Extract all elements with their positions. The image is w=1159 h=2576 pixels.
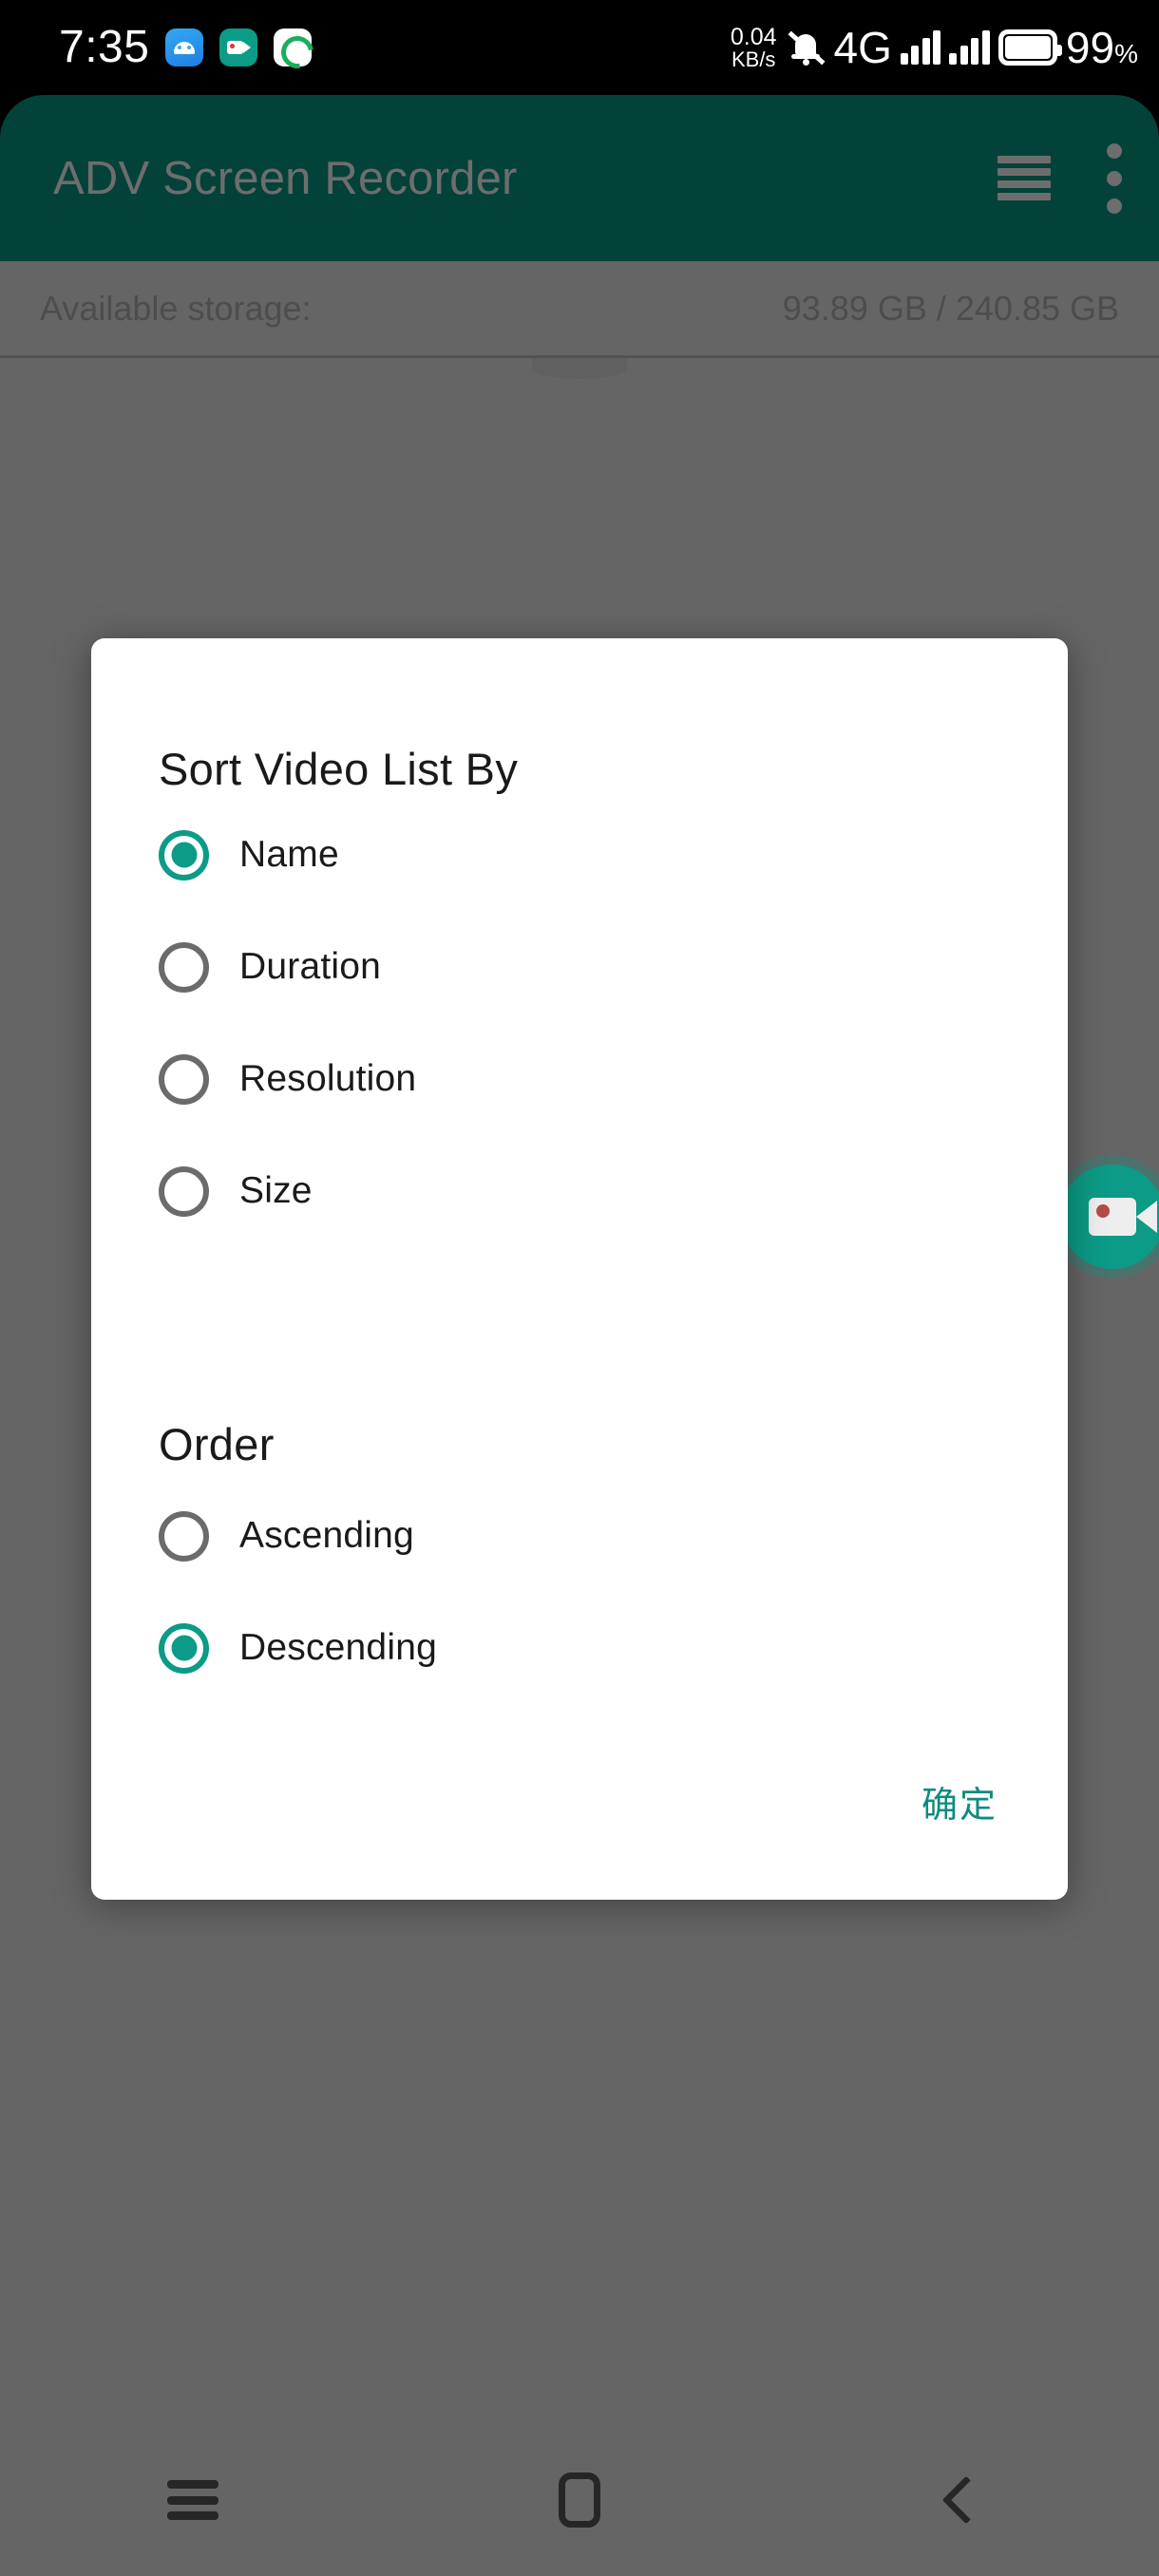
radio-button[interactable] [159,1510,209,1562]
sort-option-duration[interactable]: Duration [159,934,1014,1000]
recents-icon [167,2480,219,2520]
record-fab-button[interactable] [1060,1165,1159,1269]
radio-label: Size [239,1170,313,1211]
radio-label: Name [239,834,339,875]
radio-button[interactable] [159,941,209,993]
confirm-button[interactable]: 确定 [910,1768,1009,1835]
sort-option-name[interactable]: Name [159,822,1014,888]
back-button[interactable] [895,2448,1037,2552]
radio-label: Descending [239,1627,437,1668]
order-option-descending[interactable]: Descending [159,1615,1014,1681]
sort-option-resolution[interactable]: Resolution [159,1046,1014,1112]
radio-label: Resolution [239,1058,417,1099]
dialog-title: Sort Video List By [159,744,519,794]
order-heading: Order [159,1419,275,1469]
recents-button[interactable] [122,2448,264,2552]
order-option-ascending[interactable]: Ascending [159,1503,1014,1569]
radio-button-selected[interactable] [159,829,209,881]
phone-screen: 7:35 0.04 KB/s 4G 99 % ADV Screen Record [0,0,1159,2576]
video-camera-record-icon [1089,1198,1157,1236]
radio-label: Duration [239,946,382,987]
home-button[interactable] [508,2448,651,2552]
radio-button[interactable] [159,1053,209,1105]
home-icon [558,2472,600,2528]
radio-button[interactable] [159,1165,209,1217]
back-icon [941,2475,991,2525]
radio-label: Ascending [239,1515,414,1556]
radio-button-selected[interactable] [159,1622,209,1674]
order-options-group: Ascending Descending [159,1503,1014,1727]
sort-option-size[interactable]: Size [159,1158,1014,1224]
system-nav-bar [0,2424,1159,2576]
sort-dialog: Sort Video List By Name Duration Resolutio… [91,638,1068,1900]
sort-options-group: Name Duration Resolution Size [159,822,1014,1270]
